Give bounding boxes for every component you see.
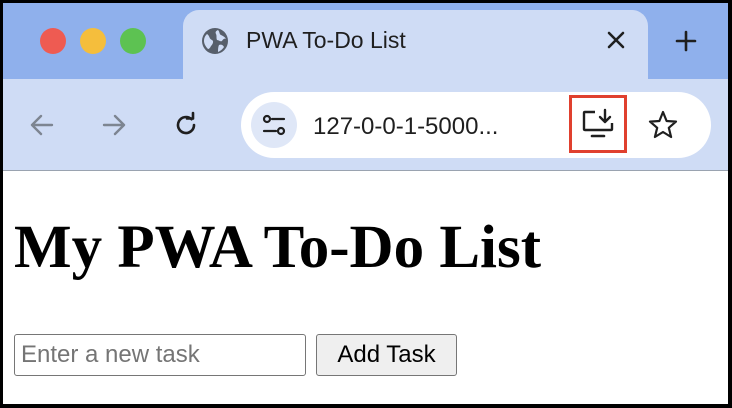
page-title: My PWA To-Do List bbox=[14, 214, 542, 281]
address-bar[interactable]: 127-0-0-1-5000... bbox=[241, 92, 711, 158]
plus-icon bbox=[675, 30, 697, 52]
browser-window: PWA To-Do List 127-0-0-1-5000... My PWA … bbox=[3, 3, 728, 404]
close-tab-button[interactable] bbox=[601, 25, 631, 55]
arrow-left-icon bbox=[30, 114, 54, 136]
close-icon bbox=[607, 31, 625, 49]
browser-toolbar: 127-0-0-1-5000... bbox=[3, 79, 728, 171]
minimize-window-button[interactable] bbox=[80, 28, 106, 54]
arrow-right-icon bbox=[102, 114, 126, 136]
url-text: 127-0-0-1-5000... bbox=[313, 113, 499, 140]
reload-icon bbox=[176, 111, 196, 135]
maximize-window-button[interactable] bbox=[120, 28, 146, 54]
tab-title: PWA To-Do List bbox=[246, 27, 406, 53]
star-icon bbox=[648, 110, 678, 139]
close-window-button[interactable] bbox=[40, 28, 66, 54]
back-button[interactable] bbox=[24, 107, 60, 143]
forward-button[interactable] bbox=[96, 107, 132, 143]
globe-icon bbox=[202, 28, 228, 54]
install-app-button[interactable] bbox=[569, 95, 627, 153]
active-tab[interactable]: PWA To-Do List bbox=[183, 10, 648, 79]
site-info-button[interactable] bbox=[251, 102, 297, 148]
new-tab-button[interactable] bbox=[668, 23, 704, 59]
tab-strip: PWA To-Do List bbox=[3, 3, 728, 79]
install-app-icon bbox=[582, 108, 614, 138]
page-content: My PWA To-Do List Add Task bbox=[3, 171, 728, 404]
new-task-input[interactable] bbox=[14, 334, 306, 376]
add-task-button[interactable]: Add Task bbox=[316, 334, 457, 376]
tune-icon bbox=[262, 114, 286, 136]
bookmark-button[interactable] bbox=[643, 105, 683, 145]
reload-button[interactable] bbox=[168, 107, 204, 143]
